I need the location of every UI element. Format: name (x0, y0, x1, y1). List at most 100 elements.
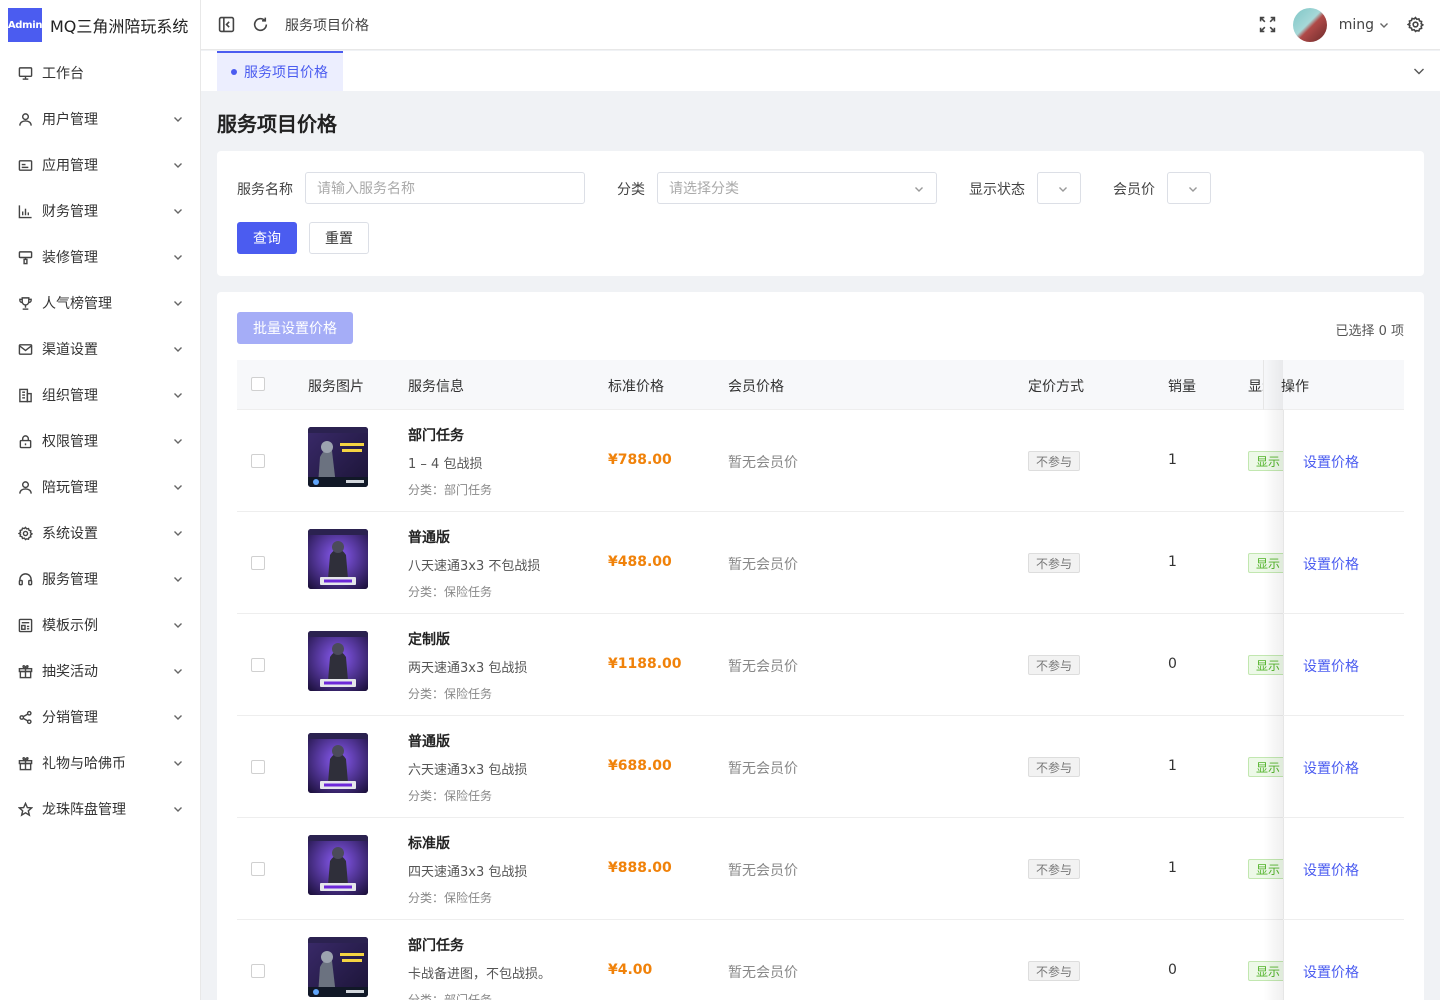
user-icon (17, 479, 33, 495)
sidebar-item-2[interactable]: 应用管理 (0, 142, 200, 188)
chevron-down-icon (172, 205, 184, 217)
service-desc: 八天速通3x3 不包战损 (408, 559, 541, 574)
status-badge: 显示 (1248, 961, 1288, 981)
query-button[interactable]: 查询 (237, 222, 297, 254)
service-category: 分类：部门任务 (408, 993, 493, 1000)
sidebar-item-14[interactable]: 分销管理 (0, 694, 200, 740)
set-price-link[interactable]: 设置价格 (1303, 962, 1359, 982)
logo-badge: Admin (8, 8, 42, 42)
sidebar-item-7[interactable]: 组织管理 (0, 372, 200, 418)
tab-service-price[interactable]: 服务项目价格 (217, 51, 343, 91)
fixed-action-header: 操作 (1263, 360, 1404, 410)
chevron-down-icon (172, 297, 184, 309)
set-price-link[interactable]: 设置价格 (1303, 554, 1359, 574)
service-name: 普通版 (408, 734, 450, 750)
row-checkbox[interactable] (251, 556, 265, 570)
set-price-link[interactable]: 设置价格 (1303, 452, 1359, 472)
sidebar-item-10[interactable]: 系统设置 (0, 510, 200, 556)
sidebar-item-15[interactable]: 礼物与哈佛币 (0, 740, 200, 786)
top-header: 服务项目价格 ming (201, 0, 1440, 50)
mail-icon (17, 341, 33, 357)
member-price-select[interactable] (1167, 172, 1211, 204)
service-category: 分类：保险任务 (408, 687, 493, 701)
select-all-checkbox[interactable] (251, 377, 265, 391)
sidebar-item-4[interactable]: 装修管理 (0, 234, 200, 280)
col-action: 操作 (1281, 379, 1309, 395)
row-checkbox[interactable] (251, 862, 265, 876)
col-sales: 销量 (1168, 379, 1196, 395)
fullscreen-icon[interactable] (1259, 16, 1277, 34)
category-select[interactable]: 请选择分类 (657, 172, 937, 204)
set-price-link[interactable]: 设置价格 (1303, 656, 1359, 676)
chevron-down-icon[interactable] (1378, 19, 1390, 31)
chevron-down-icon (172, 481, 184, 493)
sidebar-item-5[interactable]: 人气榜管理 (0, 280, 200, 326)
fixed-action-cell: 设置价格 (1283, 614, 1404, 715)
pricing-method-badge: 不参与 (1028, 553, 1080, 573)
reset-button[interactable]: 重置 (309, 222, 369, 254)
sidebar-item-label: 用户管理 (42, 112, 98, 128)
tabs-more-chevron-icon[interactable] (1412, 64, 1426, 78)
chevron-down-icon (172, 343, 184, 355)
building-icon (17, 387, 33, 403)
logo[interactable]: Admin MQ三角洲陪玩系统 (0, 0, 200, 50)
col-member-price: 会员价格 (728, 379, 784, 395)
service-thumbnail (308, 631, 368, 691)
chevron-down-icon (172, 803, 184, 815)
chevron-down-icon (172, 527, 184, 539)
user-name[interactable]: ming (1339, 17, 1374, 33)
chevron-down-icon (172, 711, 184, 723)
sidebar-item-label: 分销管理 (42, 710, 98, 726)
col-price: 标准价格 (608, 379, 664, 395)
standard-price: ¥688.00 (608, 758, 672, 774)
user-icon (17, 111, 33, 127)
pricing-method-badge: 不参与 (1028, 859, 1080, 879)
pricing-method-badge: 不参与 (1028, 451, 1080, 471)
fixed-action-cell: 设置价格 (1283, 920, 1404, 1000)
service-name: 部门任务 (408, 938, 464, 954)
sidebar-item-16[interactable]: 龙珠阵盘管理 (0, 786, 200, 832)
standard-price: ¥4.00 (608, 962, 653, 978)
table-row: 部门任务 卡战备进图，不包战损。 分类：部门任务 ¥4.00 暂无会员价 不参与 0 显示 设置… (237, 920, 1404, 1000)
sidebar-item-11[interactable]: 服务管理 (0, 556, 200, 602)
table-header: 服务图片 服务信息 标准价格 会员价格 定价方式 销量 显示状态 (237, 360, 1404, 410)
sidebar-item-6[interactable]: 渠道设置 (0, 326, 200, 372)
service-desc: 两天速通3x3 包战损 (408, 661, 528, 676)
row-checkbox[interactable] (251, 964, 265, 978)
avatar[interactable] (1292, 7, 1327, 42)
sidebar-item-1[interactable]: 用户管理 (0, 96, 200, 142)
row-checkbox[interactable] (251, 760, 265, 774)
row-checkbox[interactable] (251, 454, 265, 468)
monitor-icon (17, 65, 33, 81)
refresh-icon[interactable] (251, 16, 269, 34)
sidebar-menu: 工作台用户管理应用管理财务管理装修管理 人气榜管理 渠道设置组织管理权限管理陪玩管理… (0, 50, 200, 832)
sidebar-item-label: 组织管理 (42, 388, 98, 404)
sales-count: 1 (1168, 452, 1177, 468)
sidebar-item-8[interactable]: 权限管理 (0, 418, 200, 464)
standard-price: ¥1188.00 (608, 656, 682, 672)
sidebar-item-label: 陪玩管理 (42, 480, 98, 496)
service-category: 分类：保险任务 (408, 789, 493, 803)
service-thumbnail (308, 733, 368, 793)
col-info: 服务信息 (408, 379, 464, 395)
collapse-sidebar-icon[interactable] (217, 16, 235, 34)
service-thumbnail (308, 835, 368, 895)
sales-count: 1 (1168, 554, 1177, 570)
sidebar-item-12[interactable]: 模板示例 (0, 602, 200, 648)
service-desc: 四天速通3x3 包战损 (408, 865, 528, 880)
sidebar-item-9[interactable]: 陪玩管理 (0, 464, 200, 510)
set-price-link[interactable]: 设置价格 (1303, 758, 1359, 778)
paint-icon (17, 249, 33, 265)
row-checkbox[interactable] (251, 658, 265, 672)
sidebar-item-0[interactable]: 工作台 (0, 50, 200, 96)
member-price: 暂无会员价 (728, 863, 798, 879)
service-name-input[interactable]: 请输入服务名称 (305, 172, 585, 204)
col-image: 服务图片 (308, 379, 364, 395)
sidebar-item-label: 财务管理 (42, 204, 98, 220)
sidebar-item-3[interactable]: 财务管理 (0, 188, 200, 234)
gear-icon[interactable] (1406, 16, 1424, 34)
set-price-link[interactable]: 设置价格 (1303, 860, 1359, 880)
sidebar-item-13[interactable]: 抽奖活动 (0, 648, 200, 694)
batch-set-price-button[interactable]: 批量设置价格 (237, 312, 353, 344)
status-select[interactable] (1037, 172, 1081, 204)
